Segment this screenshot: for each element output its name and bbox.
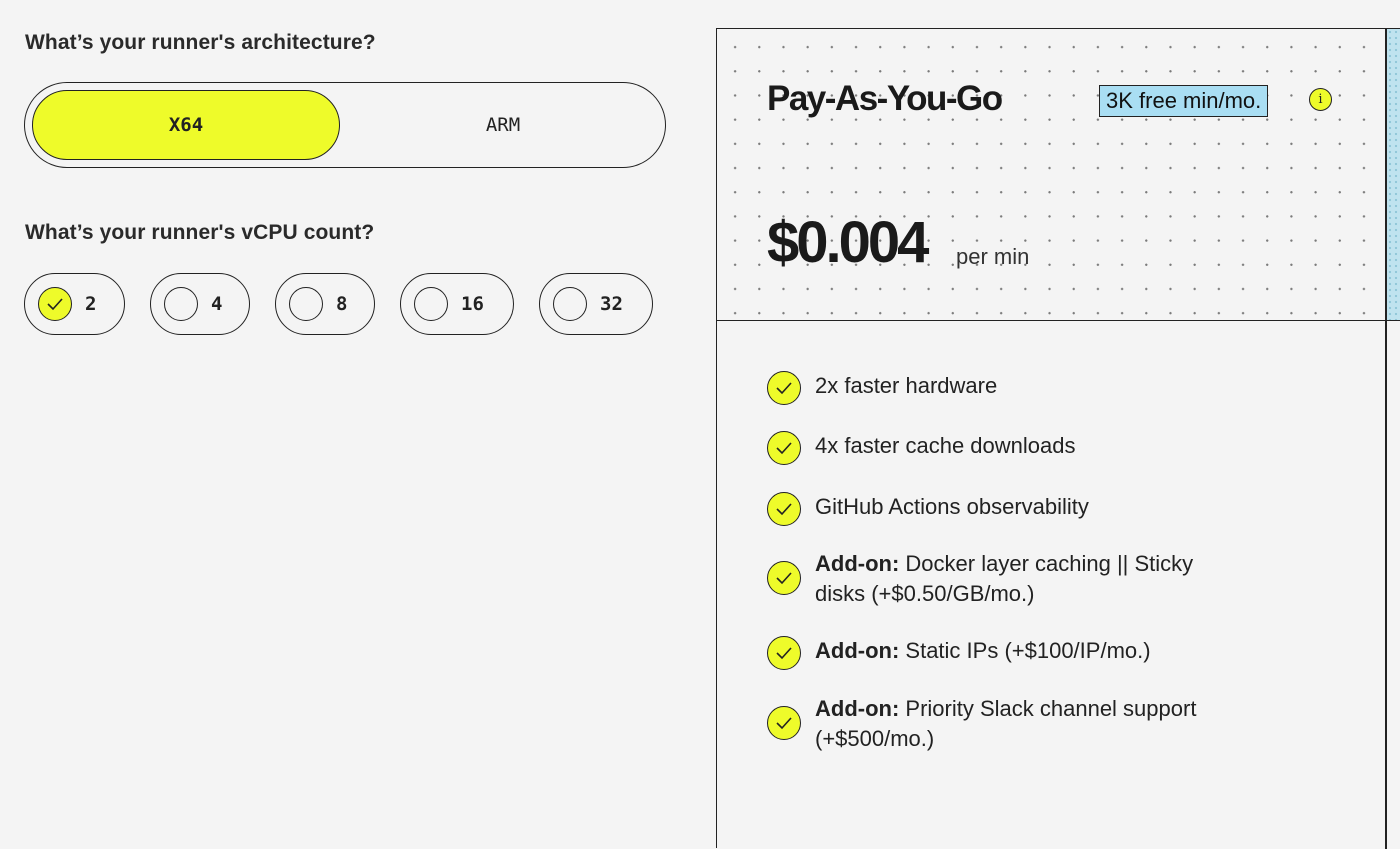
- feature-item: Add-on: Static IPs (+$100/IP/mo.): [767, 636, 1245, 670]
- vcpu-option-label: 2: [85, 293, 97, 315]
- check-icon: [767, 706, 801, 740]
- feature-bold: Add-on:: [815, 696, 900, 721]
- architecture-question: What’s your runner's architecture?: [25, 31, 376, 54]
- pricing-card-header: Pay-As-You-Go 3K free min/mo. i $0.004 p…: [717, 29, 1385, 321]
- feature-bold: Add-on:: [815, 638, 900, 663]
- check-icon: [38, 287, 72, 321]
- vcpu-question: What’s your runner's vCPU count?: [25, 221, 375, 244]
- check-icon: [767, 431, 801, 465]
- check-icon: [767, 492, 801, 526]
- arch-option-arm[interactable]: ARM: [349, 90, 657, 160]
- feature-item: 4x faster cache downloads: [767, 431, 1245, 465]
- feature-text: Static IPs (+$100/IP/mo.): [899, 638, 1151, 663]
- pricing-card: Pay-As-You-Go 3K free min/mo. i $0.004 p…: [716, 28, 1400, 849]
- check-icon: [767, 561, 801, 595]
- radio-empty-icon: [164, 287, 198, 321]
- feature-item: Add-on: Priority Slack channel support (…: [767, 696, 1245, 754]
- arch-option-x64[interactable]: X64: [32, 90, 340, 160]
- check-icon: [767, 636, 801, 670]
- radio-empty-icon: [414, 287, 448, 321]
- feature-item: GitHub Actions observability: [767, 492, 1245, 526]
- plan-title: Pay-As-You-Go: [767, 79, 1003, 118]
- check-icon: [767, 371, 801, 405]
- plan-price: $0.004: [767, 210, 929, 275]
- vcpu-option-label: 8: [336, 293, 348, 315]
- feature-bold: Add-on:: [815, 551, 900, 576]
- vcpu-option-8[interactable]: 8: [275, 273, 375, 335]
- vcpu-option-label: 16: [461, 293, 484, 315]
- adjacent-card-edge: [1387, 29, 1400, 321]
- vcpu-option-32[interactable]: 32: [539, 273, 653, 335]
- vcpu-option-label: 4: [211, 293, 223, 315]
- vcpu-option-2[interactable]: 2: [24, 273, 125, 335]
- vcpu-option-4[interactable]: 4: [150, 273, 250, 335]
- vcpu-option-label: 32: [600, 293, 623, 315]
- vcpu-option-16[interactable]: 16: [400, 273, 514, 335]
- radio-empty-icon: [553, 287, 587, 321]
- feature-item: 2x faster hardware: [767, 371, 1245, 405]
- feature-text: GitHub Actions observability: [815, 494, 1089, 519]
- feature-item: Add-on: Docker layer caching || Sticky d…: [767, 551, 1245, 609]
- price-unit: per min: [956, 244, 1030, 269]
- radio-empty-icon: [289, 287, 323, 321]
- feature-text: 4x faster cache downloads: [815, 433, 1076, 458]
- info-icon[interactable]: i: [1309, 88, 1332, 111]
- architecture-toggle: X64 ARM: [24, 82, 666, 168]
- feature-text: 2x faster hardware: [815, 373, 998, 398]
- free-minutes-badge: 3K free min/mo.: [1099, 85, 1269, 117]
